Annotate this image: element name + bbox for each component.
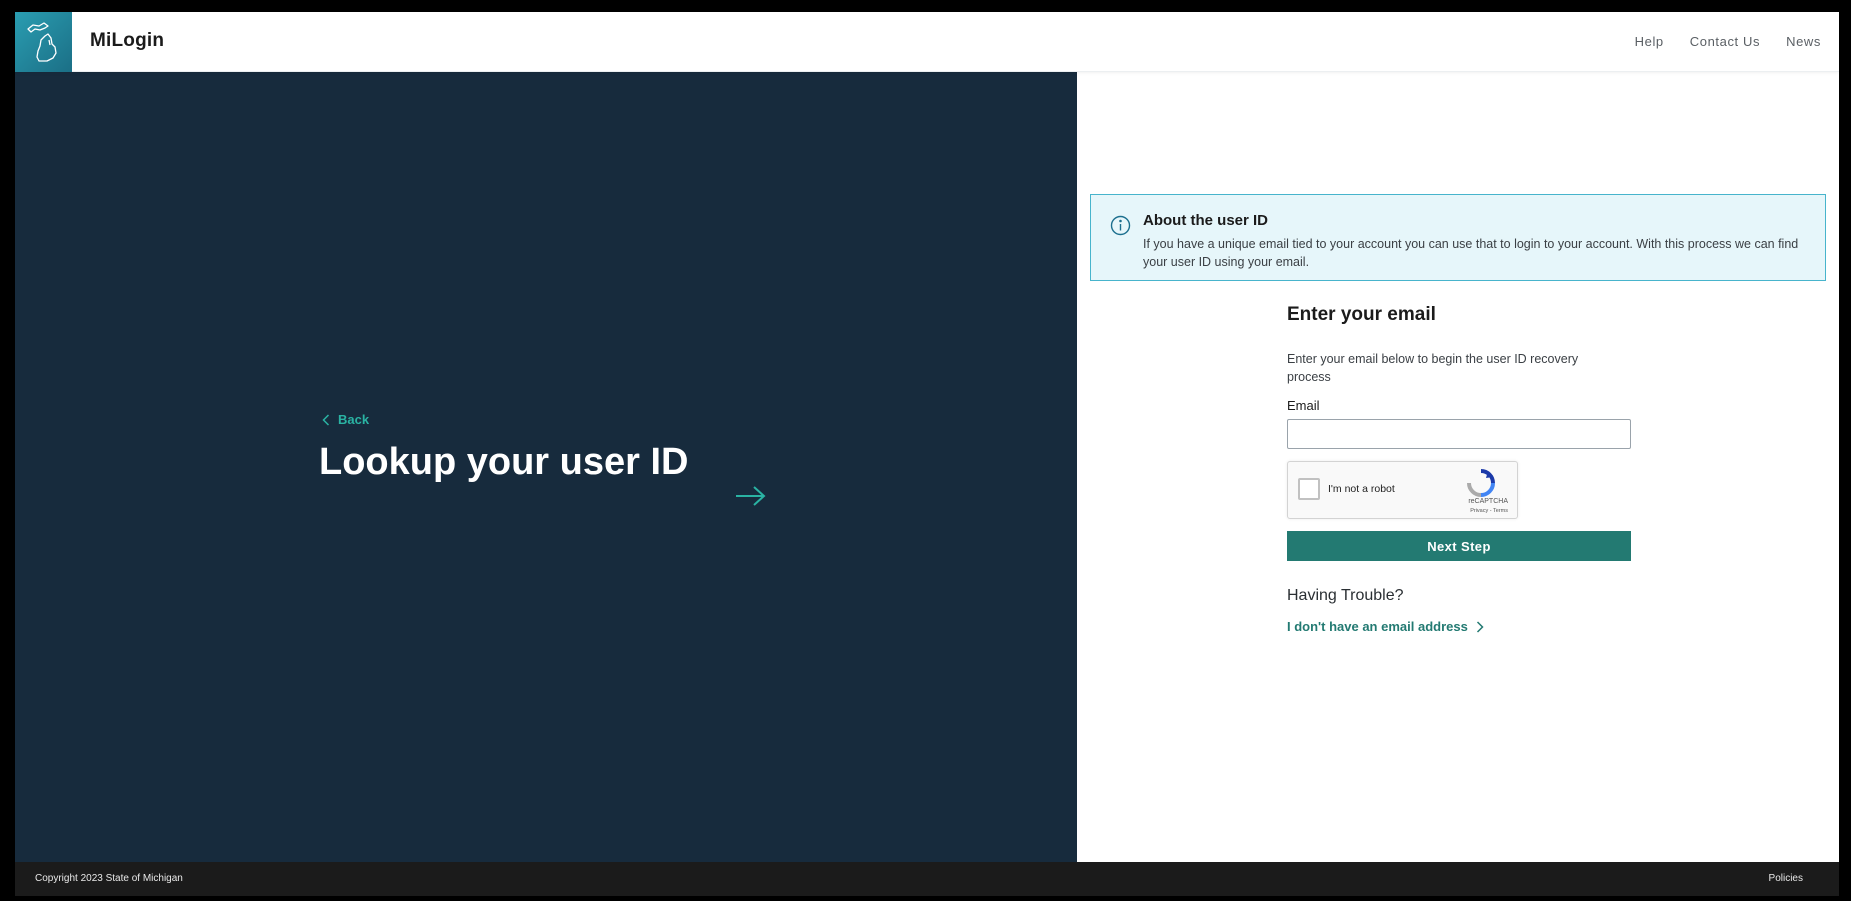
- brand-name: MiLogin: [90, 30, 165, 51]
- recaptcha-brand: reCAPTCHA: [1468, 498, 1508, 505]
- info-icon: [1110, 215, 1131, 236]
- page-frame: MiLogin Help Contact Us News Back Lookup…: [15, 12, 1839, 896]
- info-text: If you have a unique email tied to your …: [1143, 237, 1799, 269]
- michigan-logo-icon[interactable]: [15, 12, 72, 72]
- back-link[interactable]: Back: [322, 412, 369, 427]
- email-input[interactable]: [1287, 419, 1631, 449]
- no-email-link-label: I don't have an email address: [1287, 619, 1468, 634]
- arrow-right-icon: [736, 486, 766, 506]
- policies-link[interactable]: Policies: [1769, 873, 1803, 884]
- page-title: Lookup your user ID: [319, 441, 689, 483]
- recaptcha-checkbox[interactable]: [1298, 478, 1320, 500]
- recaptcha-widget: I'm not a robot reCAPTCHA Privacy - Term…: [1287, 461, 1518, 519]
- back-link-label: Back: [338, 412, 370, 427]
- site-footer: Copyright 2023 State of Michigan Policie…: [15, 862, 1839, 896]
- info-alert: About the user ID If you have a unique e…: [1090, 194, 1826, 281]
- top-nav: Help Contact Us News: [1635, 34, 1821, 49]
- nav-help[interactable]: Help: [1635, 34, 1664, 49]
- chevron-right-icon: [1476, 620, 1484, 633]
- recaptcha-label: I'm not a robot: [1328, 483, 1395, 495]
- copyright-text: Copyright 2023 State of Michigan: [35, 873, 183, 884]
- site-header: MiLogin Help Contact Us News: [15, 12, 1839, 72]
- next-step-button[interactable]: Next Step: [1287, 531, 1631, 561]
- nav-contact-us[interactable]: Contact Us: [1690, 34, 1760, 49]
- chevron-left-icon: [322, 413, 330, 426]
- email-label: Email: [1287, 398, 1320, 413]
- left-panel: Back Lookup your user ID: [15, 72, 1077, 862]
- right-panel: About the user ID If you have a unique e…: [1077, 72, 1839, 862]
- recaptcha-links[interactable]: Privacy - Terms: [1470, 508, 1508, 514]
- email-lookup-form: Enter your email Enter your email below …: [1287, 304, 1632, 634]
- nav-news[interactable]: News: [1786, 34, 1821, 49]
- form-description: Enter your email below to begin the user…: [1287, 352, 1579, 384]
- form-title: Enter your email: [1287, 304, 1436, 325]
- having-trouble-heading: Having Trouble?: [1287, 587, 1404, 604]
- recaptcha-icon: [1467, 469, 1495, 497]
- info-title: About the user ID: [1143, 212, 1269, 229]
- no-email-link[interactable]: I don't have an email address: [1287, 619, 1632, 634]
